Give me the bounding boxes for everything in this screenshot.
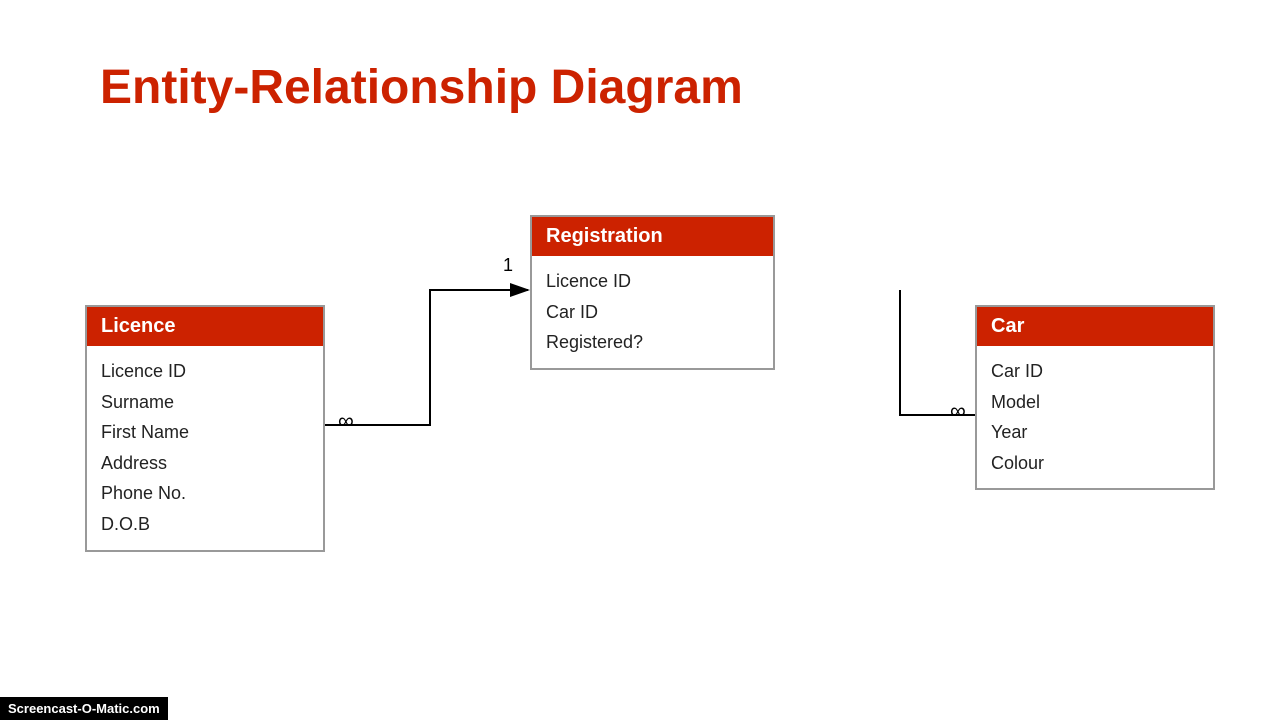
licence-entity: Licence Licence ID Surname First Name Ad… <box>85 305 325 552</box>
licence-field-4: Address <box>101 448 309 479</box>
registration-field-1: Licence ID <box>546 266 759 297</box>
cardinality-licence-infinity: ∞ <box>338 408 354 434</box>
licence-field-6: D.O.B <box>101 509 309 540</box>
licence-entity-header: Licence <box>87 307 323 346</box>
cardinality-car-infinity: ∞ <box>950 398 966 424</box>
licence-field-1: Licence ID <box>101 356 309 387</box>
licence-field-2: Surname <box>101 387 309 418</box>
licence-entity-body: Licence ID Surname First Name Address Ph… <box>87 346 323 550</box>
car-field-4: Colour <box>991 448 1199 479</box>
licence-field-5: Phone No. <box>101 478 309 509</box>
watermark: Screencast-O-Matic.com <box>0 697 168 720</box>
car-field-3: Year <box>991 417 1199 448</box>
page-title: Entity-Relationship Diagram <box>100 60 743 115</box>
car-entity-body: Car ID Model Year Colour <box>977 346 1213 488</box>
registration-field-2: Car ID <box>546 297 759 328</box>
licence-field-3: First Name <box>101 417 309 448</box>
car-field-1: Car ID <box>991 356 1199 387</box>
registration-entity: Registration Licence ID Car ID Registere… <box>530 215 775 370</box>
car-field-2: Model <box>991 387 1199 418</box>
car-entity-header: Car <box>977 307 1213 346</box>
car-entity: Car Car ID Model Year Colour <box>975 305 1215 490</box>
registration-entity-header: Registration <box>532 217 773 256</box>
registration-field-3: Registered? <box>546 327 759 358</box>
cardinality-registration-one: 1 <box>503 255 513 276</box>
registration-entity-body: Licence ID Car ID Registered? <box>532 256 773 368</box>
